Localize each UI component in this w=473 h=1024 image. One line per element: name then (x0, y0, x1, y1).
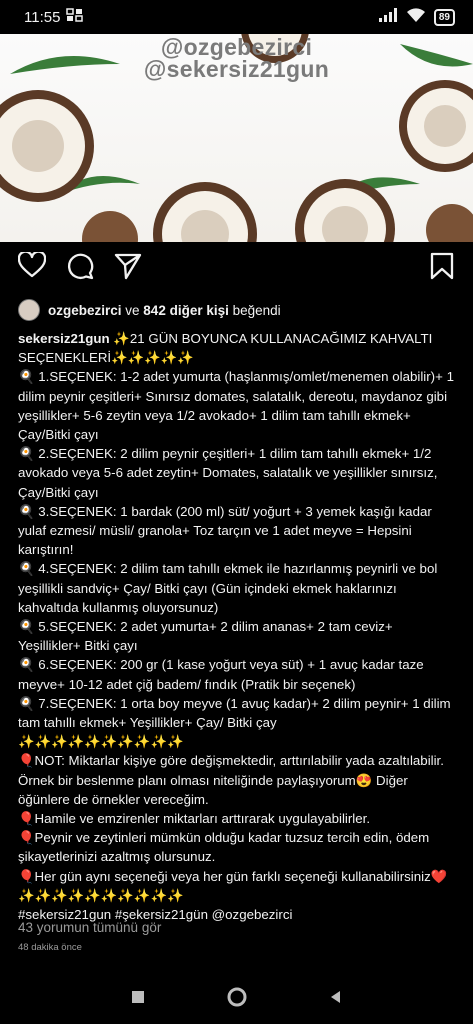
avatar[interactable] (18, 299, 40, 321)
view-all-comments-link[interactable]: 43 yorumun tümünü gör (18, 920, 161, 935)
post-timestamp: 48 dakika önce (18, 942, 82, 953)
likes-text: ozgebezirci ve 842 diğer kişi beğendi (48, 303, 281, 318)
heart-icon[interactable] (17, 250, 47, 283)
signal-icon (378, 8, 398, 26)
comment-icon[interactable] (66, 252, 94, 285)
paper-plane-icon[interactable] (114, 252, 142, 285)
caption-username[interactable]: sekersiz21gun (18, 331, 110, 346)
watermark-sekersiz21gun: @sekersiz21gun (143, 56, 330, 82)
status-time: 11:55 (24, 8, 61, 26)
bookmark-icon[interactable] (430, 252, 454, 285)
wifi-icon (406, 7, 426, 27)
likes-user[interactable]: ozgebezirci (48, 303, 122, 318)
home-circle-icon[interactable] (226, 986, 248, 1013)
likes-row[interactable]: ozgebezirci ve 842 diğer kişi beğendi (18, 299, 281, 321)
status-bar: 11:55 89 (0, 0, 473, 34)
battery-icon: 89 (433, 8, 455, 26)
likes-connector: ve (121, 302, 144, 318)
post-image[interactable]: @ozgebezirci @sekersiz21gun (0, 34, 473, 242)
post-actions (0, 250, 473, 290)
system-navigation-bar (0, 975, 473, 1024)
notification-icon (66, 8, 84, 26)
caption-text: ✨21 GÜN BOYUNCA KULLANACAĞIMIZ KAHVALTI … (18, 331, 454, 923)
likes-count[interactable]: 842 diğer kişi (143, 303, 229, 318)
likes-suffix: beğendi (228, 302, 281, 318)
recents-square-icon[interactable] (130, 989, 146, 1010)
back-triangle-icon[interactable] (328, 989, 344, 1010)
post-caption: sekersiz21gun ✨21 GÜN BOYUNCA KULLANACAĞ… (18, 329, 458, 924)
